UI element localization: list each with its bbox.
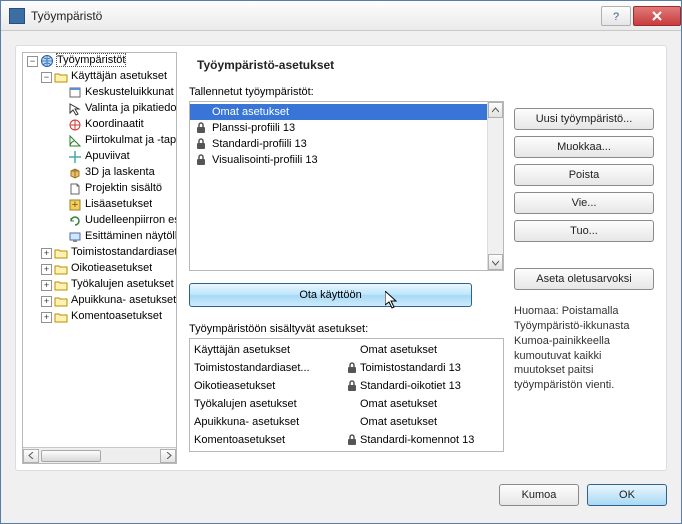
scroll-left-icon[interactable] [23,449,39,463]
list-item[interactable]: Visualisointi-profiili 13 [190,152,487,168]
folder-icon [54,294,68,308]
scroll-down-icon[interactable] [488,254,503,270]
settings-list: Käyttäjän asetuksetOmat asetuksetToimist… [189,338,504,452]
svg-text:?: ? [613,11,619,22]
settings-row: Työkalujen asetuksetOmat asetukset [190,395,503,413]
tree-node[interactable]: Uudelleenpiirron es [23,213,176,229]
cube-icon [68,166,82,180]
ok-button[interactable]: OK [587,484,667,506]
folder-icon [54,278,68,292]
apply-button[interactable]: Ota käyttöön [189,283,472,307]
tree-node[interactable]: Projektin sisältö [23,181,176,197]
scroll-thumb[interactable] [41,450,101,462]
svg-text:+: + [72,199,78,211]
help-button[interactable]: ? [601,6,631,26]
dialog-footer: Kumoa OK [15,479,667,511]
settings-row: Toimistostandardiaset...Toimistostandard… [190,359,503,377]
tree-node[interactable]: Esittäminen näytöllä [23,229,176,245]
stored-label: Tallennetut työympäristöt: [189,86,504,98]
dialog-window: Työympäristö ? −Työympäristöt−Käyttäjän … [0,0,682,524]
cancel-button[interactable]: Kumoa [499,484,579,506]
tree-node[interactable]: +Apuikkuna- asetukset [23,293,176,309]
tree-node[interactable]: Keskusteluikkunat [23,85,176,101]
settings-row: Käyttäjän asetuksetOmat asetukset [190,341,503,359]
list-item[interactable]: Omat asetukset [190,104,487,120]
note-text: Huomaa: Poistamalla Työympäristö-ikkunas… [514,304,654,393]
tree-node[interactable]: +Lisäasetukset [23,197,176,213]
redraw-icon [68,214,82,228]
settings-row: KomentoasetuksetStandardi-komennot 13 [190,431,503,449]
tree-node[interactable]: Piirtokulmat ja -tapat [23,133,176,149]
guide-icon [68,150,82,164]
tree-node[interactable]: +Komentoasetukset [23,309,176,325]
new-button[interactable]: Uusi työympäristö... [514,108,654,130]
tree-node[interactable]: 3D ja laskenta [23,165,176,181]
coord-icon [68,118,82,132]
folder-icon [54,262,68,276]
button-column: Uusi työympäristö... Muokkaa... Poista V… [514,86,654,452]
tree-node[interactable]: +Oikotieasetukset [23,261,176,277]
reset-button[interactable]: Aseta oletusarvoksi [514,268,654,290]
import-button[interactable]: Tuo... [514,220,654,242]
export-button[interactable]: Vie... [514,192,654,214]
tree-h-scrollbar[interactable] [23,447,176,463]
list-item[interactable]: Standardi-profiili 13 [190,136,487,152]
lock-icon [194,153,208,167]
settings-row: Apuikkuna- asetuksetOmat asetukset [190,413,503,431]
globe-icon [40,54,54,68]
file-icon [68,182,82,196]
more-icon: + [68,198,82,212]
tree[interactable]: −Työympäristöt−Käyttäjän asetuksetKeskus… [22,52,177,464]
lock-icon [194,121,208,135]
tree-node[interactable]: Koordinaatit [23,117,176,133]
display-icon [68,230,82,244]
tree-node[interactable]: −Käyttäjän asetukset [23,69,176,85]
scroll-track[interactable] [39,449,160,463]
tree-root[interactable]: −Työympäristöt [23,53,176,69]
tree-pane: −Työympäristöt−Käyttäjän asetuksetKeskus… [16,46,181,470]
dialog-icon [68,86,82,100]
settings-label: Työympäristöön sisältyvät asetukset: [189,323,504,335]
window-title: Työympäristö [31,9,599,23]
lock-icon [344,433,360,447]
delete-button[interactable]: Poista [514,164,654,186]
tree-node[interactable]: +Työkalujen asetukset [23,277,176,293]
settings-row: OikotieasetuksetStandardi-oikotiet 13 [190,377,503,395]
tree-node[interactable]: +Toimistostandardiaset [23,245,176,261]
close-button[interactable] [633,6,681,26]
title-bar: Työympäristö ? [1,1,681,31]
blank-icon [194,105,208,119]
client-area: −Työympäristöt−Käyttäjän asetuksetKeskus… [1,31,681,523]
lock-icon [344,379,360,393]
lock-icon [344,361,360,375]
tree-node[interactable]: Apuviivat [23,149,176,165]
edit-button[interactable]: Muokkaa... [514,136,654,158]
scroll-right-icon[interactable] [160,449,176,463]
folder-icon [54,70,68,84]
list-item[interactable]: Planssi-profiili 13 [190,120,487,136]
scroll-up-icon[interactable] [488,102,503,118]
folder-icon [54,246,68,260]
stored-list[interactable]: Omat asetuksetPlanssi-profiili 13Standar… [189,101,504,271]
page-title: Työympäristö-asetukset [197,58,654,72]
select-icon [68,102,82,116]
stored-v-scrollbar[interactable] [487,102,503,270]
content-pane: Työympäristö-asetukset Tallennetut työym… [181,46,666,470]
angle-icon [68,134,82,148]
lock-icon [194,137,208,151]
app-icon [9,8,25,24]
main-panel: −Työympäristöt−Käyttäjän asetuksetKeskus… [15,45,667,471]
tree-node[interactable]: Valinta ja pikatiedot [23,101,176,117]
folder-icon [54,310,68,324]
